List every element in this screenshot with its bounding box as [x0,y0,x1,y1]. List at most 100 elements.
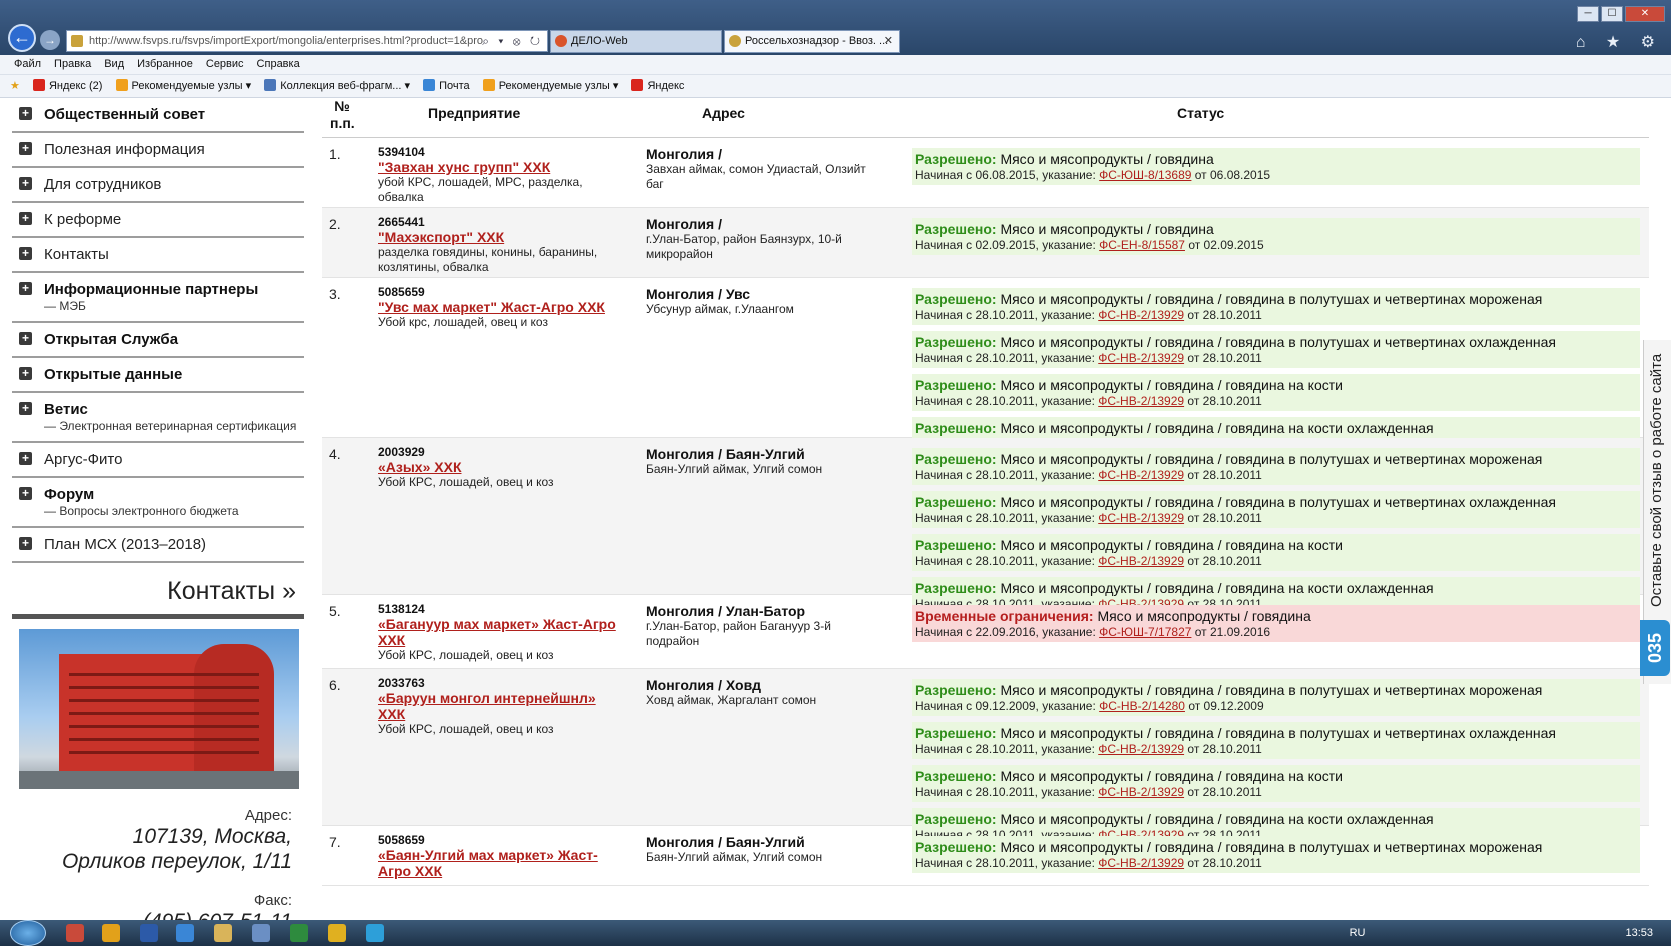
sidebar-item[interactable]: + К реформе [12,203,304,238]
status-block: Разрешено: Мясо и мясопродукты / говядин… [912,148,1640,185]
directive-date: от 28.10.2011 [1187,554,1262,568]
menu-tools[interactable]: Сервис [206,58,244,70]
status-label: Разрешено: [915,291,997,307]
menu-help[interactable]: Справка [257,58,300,70]
fav-item[interactable]: Рекомендуемые узлы ▾ [115,75,251,97]
fav-item[interactable]: Коллекция веб-фрагм... ▾ [264,75,410,97]
status-block: Временные ограничения: Мясо и мясопродук… [912,605,1640,642]
enterprise-link[interactable]: "Увс мах маркет" Жаст-Агро ХХК [378,299,623,315]
taskbar-app-icon[interactable] [102,924,120,942]
clock[interactable]: 13:53 [1625,927,1653,939]
fav-item[interactable]: Яндекс [631,75,684,97]
taskbar-app-icon[interactable] [66,924,84,942]
enterprise-link[interactable]: «Азых» ХХК [378,459,623,475]
contacts-title[interactable]: Контакты » [12,563,304,619]
fav-item[interactable]: Рекомендуемые узлы ▾ [482,75,618,97]
sidebar-item[interactable]: + Открытые данные [12,358,304,393]
table-row: 6. 2033763 «Баруун монгол интернейшнл» ХХК… [322,669,1649,845]
directive-link[interactable]: ФС-НВ-2/13929 [1098,394,1184,408]
status-label: Разрешено: [915,580,997,596]
sidebar-item-label: Полезная информация [44,141,205,158]
menu-file[interactable]: Файл [14,58,41,70]
directive-date: от 28.10.2011 [1187,742,1262,756]
enterprise-desc: убой КРС, лошадей, МРС, разделка, обвалк… [378,175,583,204]
sidebar-item[interactable]: + Аргус-Фито [12,443,304,478]
directive-link[interactable]: ФС-ЮШ-8/13689 [1099,168,1191,182]
status-label: Разрешено: [915,682,997,698]
tab-rosselkhoznadzor[interactable]: Россельхознадзор - Ввоз. ... ✕ [724,30,900,53]
explorer-icon[interactable] [214,924,232,942]
menu-edit[interactable]: Правка [54,58,91,70]
directive-link[interactable]: ФС-НВ-2/13929 [1098,742,1184,756]
address-bar[interactable]: http://www.fsvps.ru/fsvps/importExport/m… [66,30,548,52]
close-button[interactable]: ✕ [1625,6,1665,22]
status-label: Разрешено: [915,151,997,167]
building-photo [19,629,299,789]
menu-view[interactable]: Вид [104,58,124,70]
directive-link[interactable]: ФС-НВ-2/13929 [1098,351,1184,365]
browser-tools-icon[interactable]: ⌂ ★ ⚙ [1576,32,1663,52]
back-button[interactable]: ← [8,24,36,52]
sidebar-item-sub: — Электронная ветеринарная сертификация [44,419,297,433]
word-icon[interactable] [140,924,158,942]
directive-link[interactable]: ФС-НВ-2/13929 [1098,785,1184,799]
minimize-button[interactable]: ─ [1577,6,1599,22]
feedback-text[interactable]: Оставьте свой отзыв о работе сайта [1643,345,1671,615]
taskbar-app-icon[interactable] [328,924,346,942]
table-row: 7. 5058659 «Баян-Улгий мах маркет» Жаст-Аг… [322,826,1649,886]
tab-close-icon[interactable]: ✕ [884,31,893,52]
sidebar-item[interactable]: + Ветис — Электронная ветеринарная сертифи… [12,393,304,443]
directive-link[interactable]: ФС-НВ-2/13929 [1098,468,1184,482]
status-label: Разрешено: [915,451,997,467]
sidebar-item[interactable]: + Информационные партнеры — МЭБ [12,273,304,323]
fav-item[interactable]: Почта [423,75,470,97]
lang-indicator[interactable]: RU [1350,927,1366,939]
sidebar-item[interactable]: + Открытая Служба [12,323,304,358]
directive-link[interactable]: ФС-НВ-2/14280 [1099,699,1185,713]
tab-delo-web[interactable]: ДЕЛО-Web [550,30,722,53]
sidebar-item[interactable]: + Полезная информация [12,133,304,168]
skype-icon[interactable] [366,924,384,942]
table-row: 1. 5394104 "Завхан хунс групп" ХХК убой КРС… [322,138,1649,208]
sidebar-item[interactable]: + План МСХ (2013–2018) [12,528,304,563]
directive-link[interactable]: ФС-ЕН-8/15587 [1099,238,1185,252]
directive-link[interactable]: ФС-НВ-2/13929 [1098,554,1184,568]
forward-button[interactable]: → [40,30,60,50]
address-text: Убсунур аймак, г.Улаангом [646,302,794,316]
directive-link[interactable]: ФС-НВ-2/13929 [1098,856,1184,870]
menu-bar: Файл Правка Вид Избранное Сервис Справка [0,55,1671,75]
enterprise-link[interactable]: «Баруун монгол интернейшнл» ХХК [378,690,623,722]
enterprise-link[interactable]: «Баян-Улгий мах маркет» Жаст-Агро ХХК [378,847,623,879]
address-buttons[interactable]: ⌕ ▾ ⊗ ↻ [482,31,543,51]
fav-item[interactable]: Яндекс (2) [32,75,102,97]
sidebar-item[interactable]: + Форум — Вопросы электронного бюджета [12,478,304,528]
sidebar-item[interactable]: + Контакты [12,238,304,273]
browser-titlebar: ← → http://www.fsvps.ru/fsvps/importExpo… [0,0,1671,55]
directive-link[interactable]: ФС-НВ-2/13929 [1098,308,1184,322]
favorites-star-icon[interactable]: ★ [10,75,20,97]
directive-link[interactable]: ФС-НВ-2/13929 [1098,511,1184,525]
directive-date: от 28.10.2011 [1187,856,1262,870]
enterprise-link[interactable]: "Махэкспорт" ХХК [378,229,623,245]
enterprise-code: 5394104 [378,145,425,159]
excel-icon[interactable] [290,924,308,942]
directive-link[interactable]: ФС-ЮШ-7/17827 [1099,625,1191,639]
ie-icon[interactable] [176,924,194,942]
address-text: Завхан аймак, сомон Удиастай, Олзийт баг [646,162,866,191]
country-region: Монголия / Ховд [646,677,762,693]
sidebar-item[interactable]: + Общественный совет [12,98,304,133]
enterprise-link[interactable]: «Багануур мах маркет» Жаст-Агро ХХК [378,616,623,648]
country-region: Монголия / [646,216,722,232]
enterprise-link[interactable]: "Завхан хунс групп" ХХК [378,159,623,175]
sidebar-item[interactable]: + Для сотрудников [12,168,304,203]
country-region: Монголия / Баян-Улгий [646,446,805,462]
directive-date: от 02.09.2015 [1188,238,1264,252]
menu-favorites[interactable]: Избранное [137,58,193,70]
enterprise-desc: разделка говядины, конины, баранины, коз… [378,245,598,274]
taskbar-app-icon[interactable] [252,924,270,942]
enterprise-code: 2003929 [378,445,425,459]
start-button[interactable] [10,920,46,946]
status-date: Начиная с 28.10.2011, указание: [915,856,1095,870]
maximize-button[interactable]: ☐ [1601,6,1623,22]
feedback-count-badge[interactable]: 035 [1640,620,1670,676]
